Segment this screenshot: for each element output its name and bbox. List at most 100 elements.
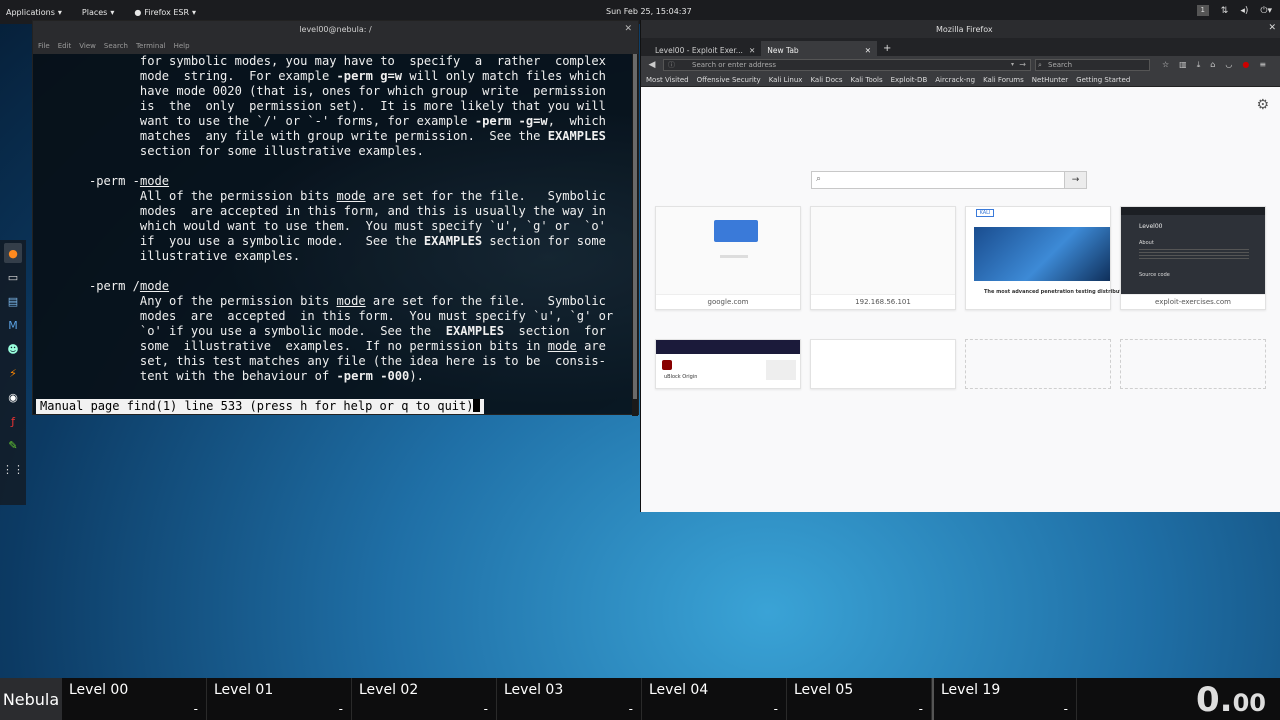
terminal-launcher-icon[interactable]: ▭ [4, 267, 22, 287]
firefox-window[interactable]: Mozilla Firefox ✕ Level00 - Exploit Exer… [640, 20, 1280, 512]
clock[interactable]: Sun Feb 25, 15:04:37 [606, 7, 692, 16]
tile-subhead-source: Source code [1139, 272, 1170, 278]
metasploit-launcher-icon[interactable]: M [4, 315, 22, 335]
tab-label: New Tab [767, 45, 799, 55]
terminal-menu-help[interactable]: Help [174, 42, 190, 50]
top-site-google[interactable]: google.com [655, 206, 801, 310]
top-site-addons[interactable]: uBlock Origin [655, 339, 801, 389]
close-icon[interactable]: ✕ [1268, 23, 1276, 33]
split-value: - [483, 702, 488, 716]
bookmark-exploit-db[interactable]: Exploit-DB [891, 76, 928, 84]
tile-caption: uBlock Origin [664, 374, 698, 380]
kali-caption: The most advanced penetration testing di… [984, 289, 1141, 295]
bookmark-aircrack-ng[interactable]: Aircrack-ng [935, 76, 975, 84]
ublock-icon[interactable]: ● [1242, 60, 1249, 70]
terminal-menu-search[interactable]: Search [104, 42, 128, 50]
tab-level00[interactable]: Level00 - Exploit Exer... ✕ [649, 41, 761, 56]
close-icon[interactable]: ✕ [624, 24, 632, 34]
show-apps-icon[interactable]: ⋮⋮ [2, 459, 24, 479]
bookmark-getting-started[interactable]: Getting Started [1076, 76, 1130, 84]
split-level-04: Level 04 - [642, 678, 787, 720]
menu-icon[interactable]: ≡ [1259, 60, 1266, 70]
split-value: - [918, 702, 923, 716]
top-site-exploit-exercises[interactable]: Level00 About Source code exploit-exerci… [1120, 206, 1266, 310]
timer-game-title: Nebula [0, 678, 62, 720]
network-icon[interactable]: ⇅ [1221, 6, 1229, 16]
faraday-launcher-icon[interactable]: ◉ [4, 387, 22, 407]
files-launcher-icon[interactable]: ▤ [4, 291, 22, 311]
burpsuite-launcher-icon[interactable]: ⚡ [4, 363, 22, 383]
top-site-kali[interactable]: KALI The most advanced penetration testi… [965, 206, 1141, 310]
bookmark-kali-linux[interactable]: Kali Linux [769, 76, 803, 84]
split-level-03: Level 03 - [497, 678, 642, 720]
split-value: - [773, 702, 778, 716]
split-name: Level 00 [69, 682, 129, 698]
terminal-output[interactable]: for symbolic modes, you may have to spec… [33, 54, 631, 416]
back-icon[interactable]: ◀ [645, 60, 659, 70]
bookmark-star-icon[interactable]: ☆ [1162, 60, 1169, 70]
split-name: Level 05 [794, 682, 854, 698]
bookmark-kali-docs[interactable]: Kali Docs [810, 76, 842, 84]
split-level-02: Level 02 - [352, 678, 497, 720]
bookmark-offensive-security[interactable]: Offensive Security [697, 76, 761, 84]
workspace-indicator[interactable]: 1 [1196, 5, 1209, 16]
search-bar[interactable]: ⌕ Search [1035, 58, 1150, 71]
split-name: Level 03 [504, 682, 564, 698]
split-level-00: Level 00 - [62, 678, 207, 720]
download-icon[interactable]: ⤓ [1197, 60, 1201, 70]
tile-thumbnail [811, 207, 955, 295]
split-value: - [628, 702, 633, 716]
firefox-icon: ● [134, 7, 142, 17]
active-app-menu[interactable]: ● Firefox ESR ▾ [134, 8, 196, 17]
firefox-title: Mozilla Firefox [936, 25, 993, 34]
tab-new-tab[interactable]: New Tab ✕ [761, 41, 877, 56]
beef-launcher-icon[interactable]: ƒ [4, 411, 22, 431]
terminal-menu-terminal[interactable]: Terminal [136, 42, 166, 50]
go-arrow-icon[interactable]: → [1019, 60, 1026, 70]
man-status-line: Manual page find(1) line 533 (press h fo… [36, 399, 485, 414]
url-bar[interactable]: ⓘ Search or enter address ▾ → [663, 58, 1031, 71]
new-tab-button[interactable]: + [877, 43, 897, 56]
bookmark-nethunter[interactable]: NetHunter [1032, 76, 1068, 84]
chevron-down-icon: ▾ [110, 7, 115, 17]
split-value: - [193, 702, 198, 716]
info-icon: ⓘ [668, 60, 675, 69]
terminal-window[interactable]: level00@nebula: / ✕ File Edit View Searc… [32, 20, 639, 416]
terminal-menu-view[interactable]: View [79, 42, 96, 50]
terminal-titlebar[interactable]: level00@nebula: / ✕ [33, 21, 638, 38]
leafpad-launcher-icon[interactable]: ✎ [4, 435, 22, 455]
home-icon[interactable]: ⌂ [1210, 60, 1215, 70]
split-name: Level 04 [649, 682, 709, 698]
bookmark-kali-tools[interactable]: Kali Tools [850, 76, 882, 84]
timer-decimals: 00 [1232, 689, 1266, 717]
library-icon[interactable]: ▥ [1179, 60, 1187, 70]
firefox-titlebar[interactable]: Mozilla Firefox ✕ [641, 20, 1280, 38]
gear-icon[interactable]: ⚙ [1256, 97, 1269, 113]
applications-label: Applications [6, 7, 55, 17]
places-menu[interactable]: Places ▾ [82, 8, 114, 17]
top-site-ip[interactable]: 192.168.56.101 [810, 206, 956, 310]
page-search-box[interactable]: ⌕ → [811, 171, 1087, 189]
bookmark-most-visited[interactable]: Most Visited [646, 76, 689, 84]
power-icon[interactable]: ⏻▾ [1260, 6, 1272, 16]
close-tab-icon[interactable]: ✕ [749, 46, 755, 55]
close-tab-icon[interactable]: ✕ [865, 46, 871, 55]
chevron-down-icon: ▾ [57, 7, 62, 17]
terminal-menu-edit[interactable]: Edit [58, 42, 72, 50]
terminal-menu-file[interactable]: File [38, 42, 50, 50]
pocket-icon[interactable]: ◡ [1225, 60, 1232, 70]
terminal-scrollbar[interactable] [632, 54, 638, 416]
bookmark-kali-forums[interactable]: Kali Forums [983, 76, 1024, 84]
applications-menu[interactable]: Applications ▾ [6, 8, 62, 17]
split-level-19: Level 19 - [932, 678, 1077, 720]
split-value: - [1063, 702, 1068, 716]
search-submit-button[interactable]: → [1064, 172, 1086, 188]
armitage-launcher-icon[interactable]: ☻ [4, 339, 22, 359]
volume-icon[interactable]: ◂) [1240, 6, 1248, 16]
firefox-launcher-icon[interactable]: ● [4, 243, 22, 263]
active-app-label: Firefox ESR [144, 7, 190, 17]
chevron-down-icon[interactable]: ▾ [1011, 60, 1014, 70]
top-site-empty[interactable] [810, 339, 956, 389]
tile-thumbnail [656, 207, 800, 295]
scrollbar-thumb[interactable] [633, 54, 637, 399]
